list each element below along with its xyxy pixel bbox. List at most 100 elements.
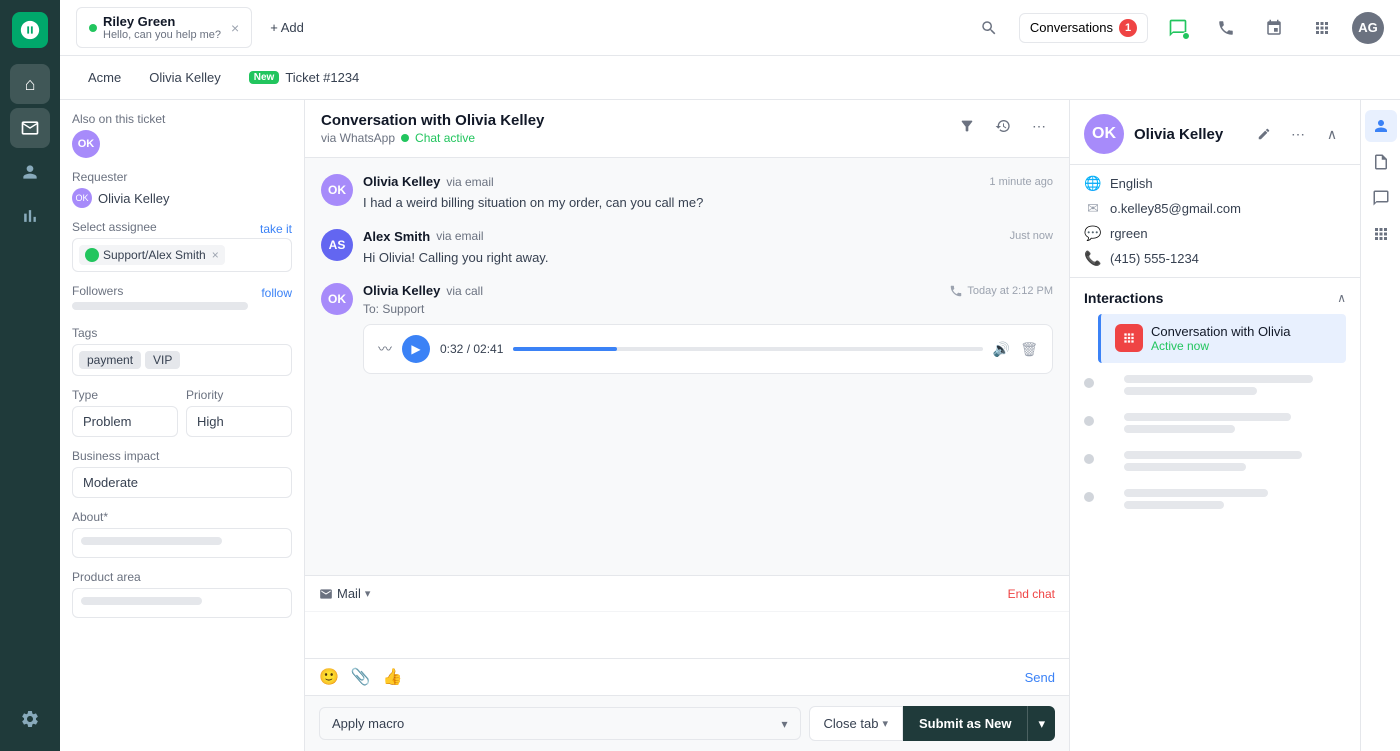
rail-conversations-icon[interactable] [1365,182,1397,214]
tab-subtitle: Hello, can you help me? [103,29,221,41]
rail-apps-icon[interactable] [1365,218,1397,250]
priority-select[interactable]: High [186,406,292,437]
ticket-avatar: OK [72,130,100,158]
subtab-ticket[interactable]: New Ticket #1234 [237,64,372,91]
submit-label: Submit as [919,716,981,731]
conversation-title: Conversation with Olivia Kelley [321,112,544,129]
priority-label: Priority [186,388,292,402]
language-row: 🌐 English [1084,175,1346,192]
message-time: 1 minute ago [989,176,1053,188]
subtabs: Acme Olivia Kelley New Ticket #1234 [60,56,1400,100]
volume-icon[interactable]: 🔊 [993,341,1010,358]
sidebar-item-reports[interactable] [10,196,50,236]
tab-user-name: Riley Green [103,14,221,29]
sidebar-logo[interactable] [12,12,48,48]
agent-message-text: Hi Olivia! Calling you right away. [363,248,1053,268]
channel-select[interactable]: Mail ▾ [319,586,370,601]
more-options-button[interactable]: ⋯ [1025,112,1053,140]
rail-notes-icon[interactable] [1365,146,1397,178]
audio-progress-bar[interactable] [513,347,982,351]
type-label: Type [72,388,178,402]
history-icon-button[interactable] [989,112,1017,140]
apply-macro-select[interactable]: Apply macro ▾ [319,707,801,740]
topbar: Riley Green Hello, can you help me? × + … [60,0,1400,56]
followers-skeleton [72,302,248,310]
call-time: Today at 2:12 PM [949,284,1053,298]
message-via: via email [446,175,493,189]
add-button[interactable]: + Add [260,14,314,41]
phone-row: 📞 (415) 555-1234 [1084,250,1346,267]
also-on-ticket-label: Also on this ticket [72,112,292,126]
business-impact-input[interactable] [72,467,292,498]
interaction-status: Active now [1151,339,1332,353]
username-row: 💬 rgreen [1084,225,1346,242]
delete-recording-button[interactable]: 🗑 [1020,341,1038,358]
take-it-link[interactable]: take it [260,222,292,236]
interaction-title: Conversation with Olivia [1151,324,1332,339]
active-tab[interactable]: Riley Green Hello, can you help me? × [76,7,252,48]
close-tab-button[interactable]: Close tab ▾ [809,706,903,741]
followers-label: Followers [72,284,123,298]
sidebar-item-settings[interactable] [10,699,50,739]
collapse-contact-button[interactable]: ∧ [1318,120,1346,148]
edit-contact-button[interactable] [1250,120,1278,148]
requester-avatar: OK [72,188,92,208]
search-button[interactable] [971,10,1007,46]
audio-current-time: 0:32 / 02:41 [440,342,503,356]
compose-body[interactable] [305,612,1069,658]
sidebar-item-tickets[interactable] [10,108,50,148]
tags-container[interactable]: payment VIP [72,344,292,376]
call-message-row: OK Olivia Kelley via call Today at 2:12 … [321,283,1053,374]
end-chat-button[interactable]: End chat [1008,587,1055,601]
interactions-collapse-button[interactable]: ∧ [1337,291,1346,305]
more-contact-options-button[interactable]: ⋯ [1284,120,1312,148]
agent-sender-name: Alex Smith [363,229,430,244]
follow-link[interactable]: follow [261,286,292,300]
conversations-count: 1 [1119,19,1137,37]
skeleton-row [1084,413,1346,437]
about-skeleton [81,537,222,545]
email-icon: ✉ [1084,200,1102,217]
tags-label: Tags [72,326,292,340]
rail-contact-icon[interactable] [1365,110,1397,142]
conversations-badge[interactable]: Conversations 1 [1019,13,1148,43]
skeleton-interactions [1084,375,1346,513]
attachment-icon[interactable]: 📎 [351,667,371,687]
email-row: ✉ o.kelley85@gmail.com [1084,200,1346,217]
active-interaction[interactable]: Conversation with Olivia Active now [1098,314,1346,363]
compose-toolbar: Mail ▾ End chat [305,576,1069,612]
sidebar-item-users[interactable] [10,152,50,192]
channels-icon-button[interactable] [1256,10,1292,46]
language-icon: 🌐 [1084,175,1102,192]
type-select[interactable]: Problem [72,406,178,437]
interactions-header: Interactions ∧ [1070,278,1360,314]
play-button[interactable]: ▶ [402,335,430,363]
assignee-chip: Support/Alex Smith × [79,245,225,265]
grid-icon-button[interactable] [1304,10,1340,46]
user-avatar[interactable]: AG [1352,12,1384,44]
tab-status-dot [89,24,97,32]
thumbsup-icon[interactable]: 👍 [383,667,403,687]
submit-button[interactable]: Submit as New [903,706,1027,741]
whatsapp-icon: 💬 [1084,225,1102,242]
send-button[interactable]: Send [1025,670,1055,685]
agent-message-avatar: AS [321,229,353,261]
macro-label: Apply macro [332,716,404,731]
requester-name: Olivia Kelley [98,191,170,206]
subtab-olivia[interactable]: Olivia Kelley [137,64,233,91]
subtab-ticket-label: Ticket #1234 [285,70,359,85]
tag-payment: payment [79,351,141,369]
sidebar-item-home[interactable]: ⌂ [10,64,50,104]
remove-assignee-button[interactable]: × [212,248,219,262]
close-tab-icon[interactable]: × [231,20,239,36]
chat-icon-button[interactable] [1160,10,1196,46]
conversation-via: via WhatsApp [321,131,395,145]
filter-icon-button[interactable] [953,112,981,140]
phone-icon-button[interactable] [1208,10,1244,46]
emoji-icon[interactable]: 🙂 [319,667,339,687]
assignee-name: Support/Alex Smith [103,248,206,262]
audio-player[interactable]: 〰 ▶ 0:32 / 02:41 🔊 🗑 [363,324,1053,374]
subtab-acme[interactable]: Acme [76,64,133,91]
submit-dropdown-button[interactable]: ▾ [1027,706,1055,741]
agent-time: Just now [1010,230,1053,242]
